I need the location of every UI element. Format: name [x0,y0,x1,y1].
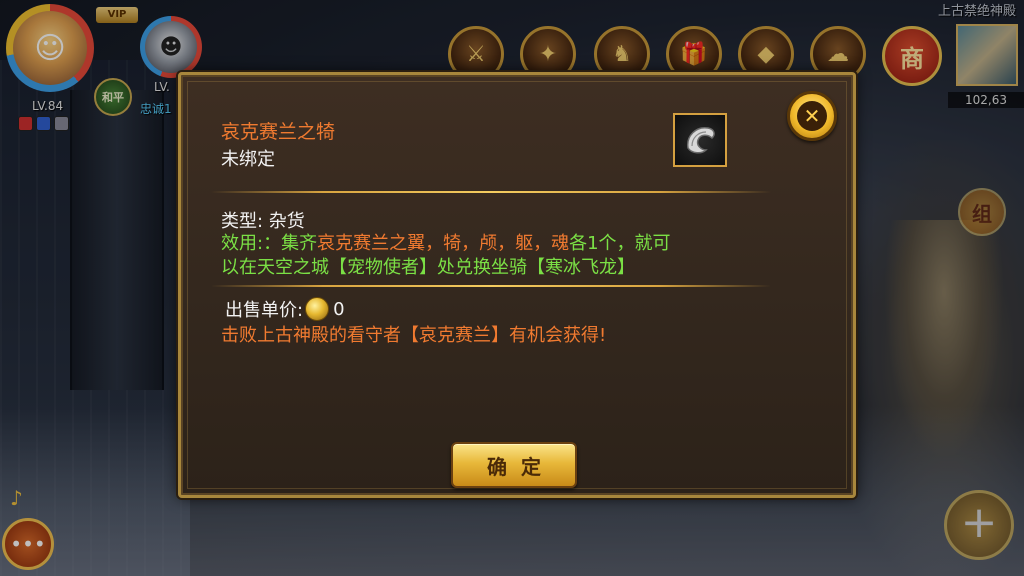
type-label: 类型 [221,211,257,232]
type-value: 杂货 [268,211,305,232]
effect-part2: 各1个，就可 [569,233,671,254]
close-icon: ✕ [797,101,827,131]
item-icon-slot [673,113,727,167]
divider-top [211,191,771,193]
price-label: 出售单价: [225,300,304,321]
coin-icon [305,297,330,321]
close-button[interactable]: ✕ [787,91,837,141]
drop-source: 击败上古神殿的看守者【哀克赛兰】有机会获得! [221,325,607,346]
item-effect: 效用:：集齐哀克赛兰之翼，犄，颅，躯，魂各1个，就可 以在天空之城【宠物使者】处… [221,232,781,280]
effect-highlight: 哀克赛兰之翼，犄，颅，躯，魂 [317,233,570,254]
effect-part1: ：集齐 [263,233,318,254]
item-type: 类型: 杂货 [221,211,305,232]
price-value: 0 [333,298,345,320]
horn-icon [687,127,715,154]
bind-status: 未绑定 [221,149,275,170]
divider-bottom [211,285,771,287]
item-name: 哀克赛兰之犄 [221,121,336,143]
confirm-button[interactable]: 确定 [451,442,577,488]
sell-price: 出售单价: 0 [225,296,345,322]
effect-line2: 以在天空之城【宠物使者】处兑换坐骑【寒冰飞龙】 [221,257,635,278]
effect-label: 效用: [221,233,264,254]
item-info-dialog: 哀克赛兰之犄 未绑定 类型: 杂货 效用:：集齐哀克赛兰之翼，犄，颅，躯，魂各1… [178,72,856,498]
